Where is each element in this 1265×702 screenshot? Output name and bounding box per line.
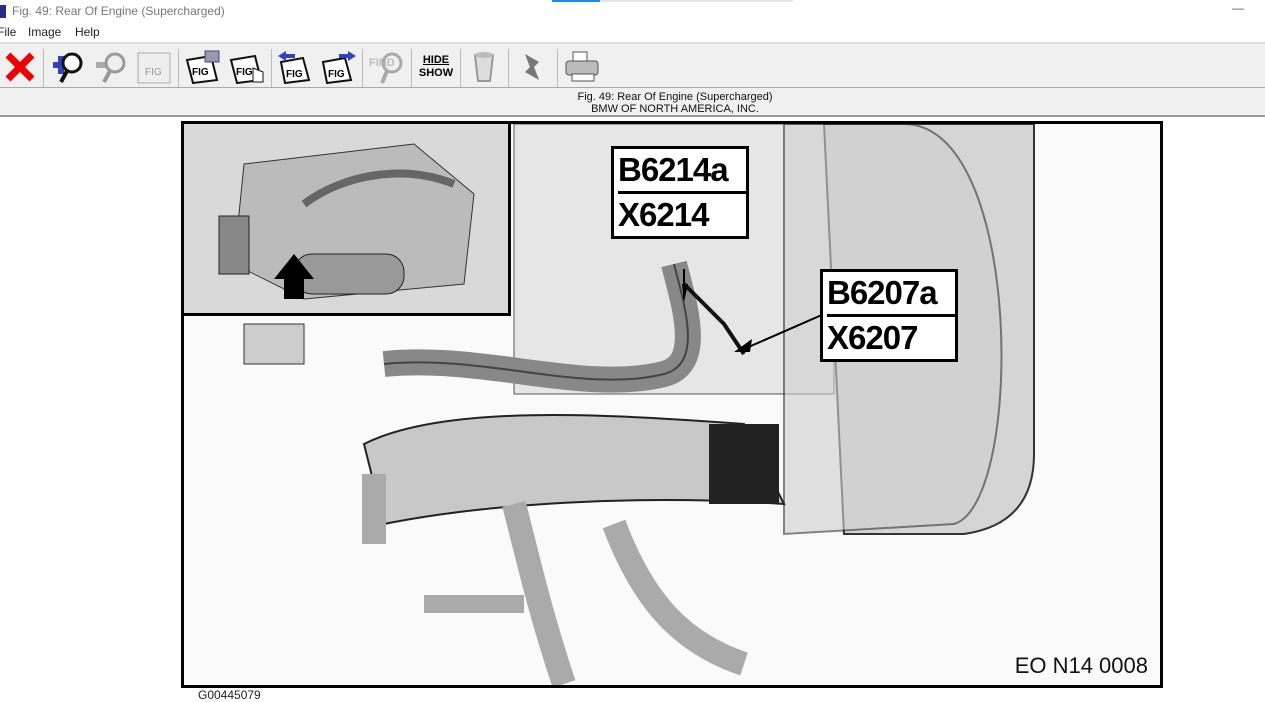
callout-b6207a-bottom: X6207 <box>827 314 955 359</box>
rotate-icon <box>525 54 539 80</box>
caption-publisher: BMW OF NORTH AMERICA, INC. <box>591 103 759 115</box>
svg-text:FIG: FIG <box>328 69 345 80</box>
separator <box>508 49 509 87</box>
tab-indicator <box>552 0 600 2</box>
fig-popup-icon: FIG <box>185 50 220 84</box>
print-button[interactable] <box>563 48 601 86</box>
fig-window-icon: FIG <box>137 52 171 84</box>
figure-caption: Fig. 49: Rear Of Engine (Supercharged) B… <box>0 88 1265 117</box>
separator <box>271 49 272 87</box>
fig-select-button[interactable]: FIG <box>228 48 266 86</box>
graphic-id: G00445079 <box>198 688 261 702</box>
previous-fig-icon: FIG <box>278 51 311 84</box>
separator <box>557 49 558 87</box>
next-fig-icon: FIG <box>321 51 356 84</box>
paint-button[interactable] <box>466 48 504 86</box>
next-fig-button[interactable]: FIG <box>320 48 358 86</box>
svg-text:FIG: FIG <box>286 69 303 80</box>
menu-image[interactable]: Image <box>28 25 61 39</box>
zoom-out-button[interactable] <box>92 48 130 86</box>
separator <box>43 49 44 87</box>
hide-show-button[interactable]: HIDE SHOW <box>417 48 455 86</box>
separator <box>178 49 179 87</box>
callout-b6207a-top: B6207a <box>827 274 938 311</box>
inset-engine-illustration <box>218 143 475 300</box>
fig-hand-icon: FIG <box>229 54 264 84</box>
callout-b6207a: B6207a X6207 <box>820 269 958 362</box>
find-icon: FIND <box>369 52 403 84</box>
rotate-button[interactable] <box>513 48 551 86</box>
show-label: SHOW <box>418 67 454 79</box>
window-title: Fig. 49: Rear Of Engine (Supercharged) <box>12 4 225 18</box>
callout-b6214a: B6214a X6214 <box>611 146 749 239</box>
menu-help[interactable]: Help <box>75 25 100 39</box>
find-button[interactable]: FIND <box>367 48 405 86</box>
separator <box>411 49 412 87</box>
separator <box>460 49 461 87</box>
zoom-out-icon <box>96 52 126 83</box>
figure-code: EO N14 0008 <box>1014 653 1148 678</box>
paint-bucket-icon <box>473 52 495 82</box>
zoom-in-button[interactable] <box>49 48 87 86</box>
tab-strip <box>600 0 793 2</box>
svg-text:FIG: FIG <box>192 67 209 78</box>
engine-diagram: B6214a X6214 B6207a X6207 EO N14 0008 <box>181 121 1163 688</box>
fig-popup-button[interactable]: FIG <box>184 48 222 86</box>
svg-text:FIG: FIG <box>145 67 162 78</box>
zoom-in-icon <box>53 52 83 83</box>
minimize-button[interactable]: — <box>1230 2 1246 18</box>
app-icon <box>0 5 6 18</box>
toolbar: FIG FIG FIG FIG FIG FIND HIDE SHOW <box>0 42 1265 88</box>
title-bar: Fig. 49: Rear Of Engine (Supercharged) — <box>0 0 1265 24</box>
printer-icon <box>565 51 599 82</box>
close-icon <box>5 52 35 82</box>
close-button[interactable] <box>1 48 39 86</box>
svg-text:FIG: FIG <box>236 67 253 78</box>
caption-title: Fig. 49: Rear Of Engine (Supercharged) <box>577 91 773 103</box>
hide-label: HIDE <box>422 54 450 66</box>
callout-b6214a-top: B6214a <box>618 151 729 188</box>
separator <box>362 49 363 87</box>
locator-inset <box>184 124 511 316</box>
callout-b6214a-bottom: X6214 <box>618 191 746 236</box>
menu-file[interactable]: File <box>0 25 16 39</box>
previous-fig-button[interactable]: FIG <box>276 48 314 86</box>
fit-window-button[interactable]: FIG <box>135 48 173 86</box>
